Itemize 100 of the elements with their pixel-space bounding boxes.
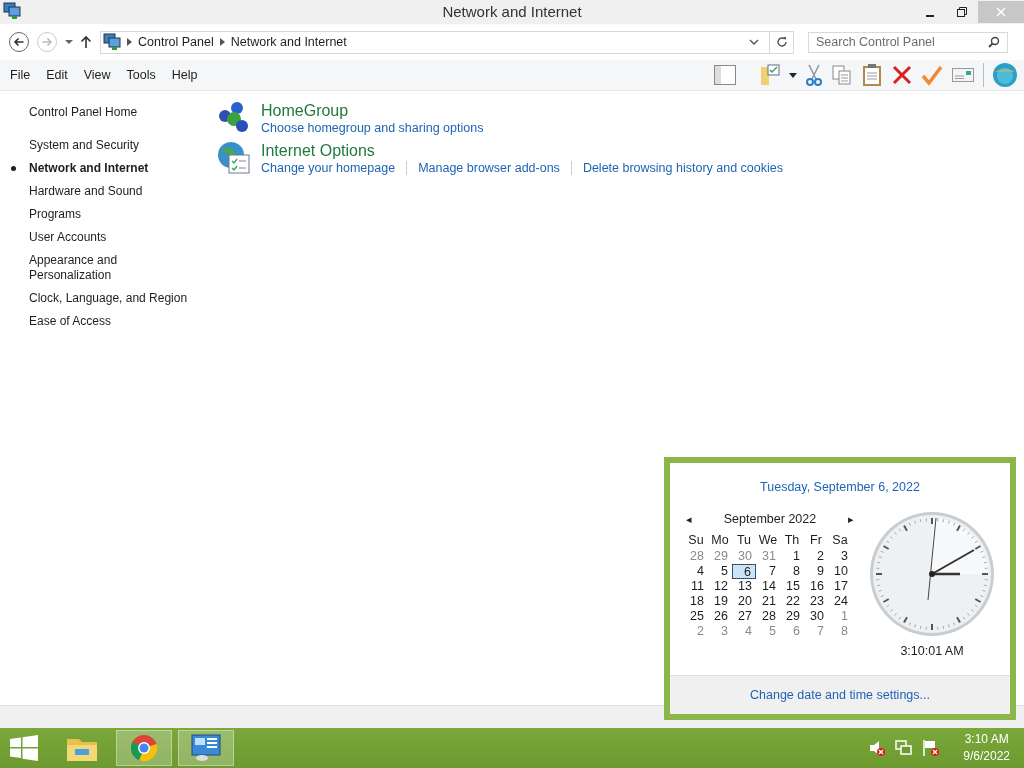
- calendar-day[interactable]: 15: [780, 579, 804, 594]
- folder-check-icon[interactable]: [759, 63, 781, 87]
- calendar-day[interactable]: 10: [828, 564, 852, 579]
- sidebar-item[interactable]: System and Security: [29, 138, 197, 153]
- calendar-day[interactable]: 12: [708, 579, 732, 594]
- back-button[interactable]: [8, 31, 30, 53]
- recent-pages-button[interactable]: [64, 39, 74, 45]
- calendar-day[interactable]: 29: [780, 609, 804, 624]
- calendar-day[interactable]: 9: [804, 564, 828, 579]
- sidebar-item[interactable]: User Accounts: [29, 230, 197, 245]
- control-panel-button[interactable]: [178, 730, 234, 766]
- chevron-icon: [219, 38, 225, 46]
- calendar-day[interactable]: 11: [684, 579, 708, 594]
- menu-item[interactable]: Edit: [46, 68, 75, 82]
- windows-logo-icon: [10, 735, 38, 761]
- calendar-day[interactable]: 25: [684, 609, 708, 624]
- calendar-day[interactable]: 31: [756, 549, 780, 564]
- calendar-day[interactable]: 27: [732, 609, 756, 624]
- settings-link[interactable]: Change date and time settings...: [750, 688, 930, 702]
- calendar-day[interactable]: 18: [684, 594, 708, 609]
- category-title[interactable]: HomeGroup: [261, 101, 484, 120]
- address-bar[interactable]: Control Panel Network and Internet: [100, 30, 794, 54]
- sidebar-item[interactable]: Hardware and Sound: [29, 184, 197, 199]
- sidebar-item[interactable]: Ease of Access: [29, 314, 197, 329]
- dropdown-icon[interactable]: [749, 38, 759, 46]
- calendar-day[interactable]: 5: [708, 564, 732, 579]
- sidebar-item[interactable]: Network and Internet: [29, 161, 197, 176]
- calendar-day[interactable]: 16: [804, 579, 828, 594]
- calendar-day[interactable]: 14: [756, 579, 780, 594]
- menu-item[interactable]: View: [83, 68, 118, 82]
- menu-item[interactable]: Tools: [126, 68, 163, 82]
- copy-icon[interactable]: [831, 64, 853, 86]
- calendar-day[interactable]: 23: [804, 594, 828, 609]
- calendar-day[interactable]: 5: [756, 624, 780, 639]
- calendar-day[interactable]: 28: [756, 609, 780, 624]
- calendar-day[interactable]: 3: [828, 549, 852, 564]
- globe-checklist-icon: [217, 141, 251, 175]
- calendar-day[interactable]: 1: [828, 609, 852, 624]
- flag-icon[interactable]: [922, 739, 941, 757]
- category-title[interactable]: Internet Options: [261, 141, 783, 160]
- calendar-day[interactable]: 30: [732, 549, 756, 564]
- next-month-button[interactable]: ▸: [846, 512, 856, 526]
- menu-item[interactable]: Help: [171, 68, 205, 82]
- scissors-icon[interactable]: [805, 63, 823, 87]
- calendar-day[interactable]: 22: [780, 594, 804, 609]
- date-heading[interactable]: Tuesday, September 6, 2022: [760, 480, 920, 494]
- calendar-day[interactable]: 30: [804, 609, 828, 624]
- calendar-day[interactable]: 8: [780, 564, 804, 579]
- calendar-day[interactable]: 7: [756, 564, 780, 579]
- globe-icon[interactable]: [992, 62, 1018, 88]
- weekday-label: Tu: [735, 533, 753, 548]
- previous-month-button[interactable]: ◂: [684, 512, 694, 526]
- calendar-day[interactable]: 8: [828, 624, 852, 639]
- bullet-icon: [11, 166, 16, 171]
- calendar-day[interactable]: 29: [708, 549, 732, 564]
- delete-icon[interactable]: [891, 64, 913, 86]
- calendar-day[interactable]: 4: [684, 564, 708, 579]
- pane-layout-icon[interactable]: [713, 64, 737, 86]
- sidebar-item[interactable]: Programs: [29, 207, 197, 222]
- dropdown-icon[interactable]: [789, 72, 797, 78]
- sidebar-item[interactable]: Clock, Language, and Region: [29, 291, 197, 306]
- up-button[interactable]: [80, 35, 92, 49]
- task-link[interactable]: Change your homepage: [261, 161, 396, 175]
- control-panel-icon: [190, 733, 222, 763]
- calendar-day[interactable]: 1: [780, 549, 804, 564]
- breadcrumb[interactable]: Network and Internet: [230, 35, 347, 49]
- task-link[interactable]: Delete browsing history and cookies: [582, 161, 783, 175]
- clipboard-icon[interactable]: [861, 63, 883, 87]
- calendar-day[interactable]: 13: [732, 579, 756, 594]
- window-title: Network and Internet: [442, 3, 582, 20]
- month-title: September 2022: [723, 512, 817, 526]
- task-link[interactable]: Manage browser add-ons: [418, 161, 560, 175]
- network-icon[interactable]: [895, 739, 914, 757]
- calendar-day[interactable]: 28: [684, 549, 708, 564]
- weekday-label: Sa: [831, 533, 849, 548]
- calendar-day[interactable]: 2: [804, 549, 828, 564]
- calendar-day[interactable]: 26: [708, 609, 732, 624]
- menu-item[interactable]: File: [10, 68, 38, 82]
- sidebar-item[interactable]: Appearance and Personalization: [29, 253, 197, 283]
- calendar-day[interactable]: 6: [732, 564, 756, 579]
- envelope-icon[interactable]: [951, 66, 975, 84]
- weekday-label: Th: [783, 533, 801, 548]
- calendar-day[interactable]: 17: [828, 579, 852, 594]
- browser-icon: [130, 734, 158, 762]
- task-link[interactable]: Choose homegroup and sharing options: [261, 121, 484, 135]
- search-field[interactable]: Search Control Panel: [808, 31, 1008, 53]
- checkmark-icon[interactable]: [921, 64, 943, 86]
- calendar-day[interactable]: 6: [780, 624, 804, 639]
- calendar-day[interactable]: 20: [732, 594, 756, 609]
- calendar-day[interactable]: 21: [756, 594, 780, 609]
- browser-button[interactable]: [116, 730, 172, 766]
- sidebar-link[interactable]: Control Panel Home: [29, 105, 197, 120]
- calendar-day[interactable]: 2: [684, 624, 708, 639]
- breadcrumb[interactable]: Control Panel: [138, 35, 214, 49]
- calendar-day[interactable]: 3: [708, 624, 732, 639]
- weekday-label: We: [757, 533, 779, 548]
- calendar-day[interactable]: 24: [828, 594, 852, 609]
- search-icon: [988, 35, 1000, 48]
- speaker-muted-icon[interactable]: [868, 739, 887, 757]
- calendar-day[interactable]: 19: [708, 594, 732, 609]
